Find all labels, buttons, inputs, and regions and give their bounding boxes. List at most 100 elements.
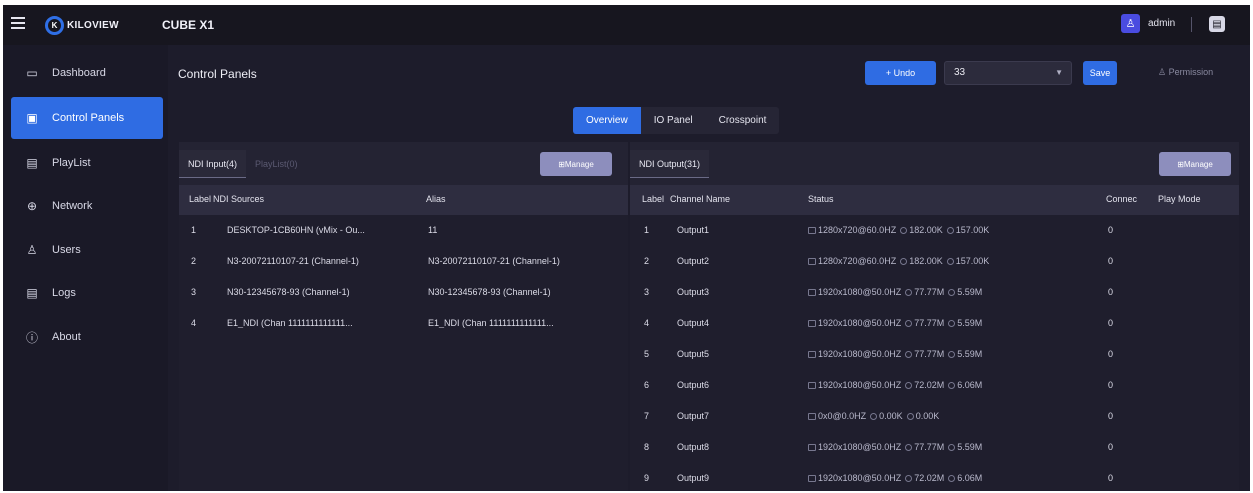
user-avatar-icon[interactable]: ♙ <box>1121 14 1140 33</box>
ndi-input-panel: NDI Input(4) PlayList(0) ⊞ Manage Label N… <box>179 142 628 491</box>
status-bitrate-b: 5.59M <box>957 349 983 359</box>
tab-crosspoint[interactable]: Crosspoint <box>706 107 780 134</box>
sidebar-item-label: Dashboard <box>52 67 106 79</box>
tab-ndi-output[interactable]: NDI Output(31) <box>630 150 710 178</box>
panel-select[interactable]: 33 ▼ <box>944 61 1072 85</box>
cell-label: 4 <box>644 318 650 328</box>
user-name[interactable]: admin <box>1148 18 1175 29</box>
cell-channel-name: Output9 <box>677 473 710 483</box>
sidebar-item-network[interactable]: ⊕ Network <box>11 185 163 227</box>
table-row[interactable]: 9 Output9 1920x1080@50.0HZ 72.02M 6.06M 0 <box>630 463 1239 491</box>
table-row[interactable]: 6 Output6 1920x1080@50.0HZ 72.02M 6.06M 0 <box>630 370 1239 401</box>
cell-status: 1920x1080@50.0HZ 72.02M 6.06M <box>808 380 1098 390</box>
status-bitrate-a: 0.00K <box>879 411 903 421</box>
cell-connections: 0 <box>1108 318 1114 328</box>
sidebar-item-label: PlayList <box>52 157 91 169</box>
undo-button[interactable]: + Undo <box>865 61 936 85</box>
table-row[interactable]: 1 Output1 1280x720@60.0HZ 182.00K 157.00K 0 <box>630 215 1239 246</box>
resolution-icon <box>808 351 816 358</box>
col-channel-name: Channel Name <box>670 194 731 204</box>
tab-playlist[interactable]: PlayList(0) <box>246 150 307 178</box>
manage-output-button[interactable]: ⊞ Manage <box>1159 152 1231 176</box>
resolution-icon <box>808 227 816 234</box>
table-row[interactable]: 4 E1_NDI (Chan 1111111111111... E1_NDI (… <box>179 308 628 339</box>
cell-channel-name: Output7 <box>677 411 710 421</box>
status-resolution: 1920x1080@50.0HZ <box>818 349 902 359</box>
table-header: Label Channel Name Status Connec Play Mo… <box>630 185 1239 215</box>
table-row[interactable]: 4 Output4 1920x1080@50.0HZ 77.77M 5.59M 0 <box>630 308 1239 339</box>
cell-connections: 0 <box>1108 473 1114 483</box>
sidebar-item-users[interactable]: ♙ Users <box>11 229 163 271</box>
status-bitrate-b: 0.00K <box>915 411 940 421</box>
notification-icon[interactable]: ▤ <box>1209 16 1225 32</box>
panel-tabs: NDI Output(31) <box>630 142 710 178</box>
tab-ndi-input[interactable]: NDI Input(4) <box>179 150 247 178</box>
cell-channel-name: Output6 <box>677 380 710 390</box>
bitrate-icon <box>905 444 913 451</box>
cell-source: E1_NDI (Chan 1111111111111... <box>227 318 353 328</box>
sidebar-item-control-panels[interactable]: ▣ Control Panels <box>11 97 163 139</box>
resolution-icon <box>808 444 816 451</box>
cell-channel-name: Output8 <box>677 442 710 452</box>
panel-tabs: NDI Input(4) PlayList(0) <box>179 142 307 178</box>
table-row[interactable]: 1 DESKTOP-1CB60HN (vMix - Ou... 11 <box>179 215 628 246</box>
bitrate-icon <box>948 320 956 327</box>
save-button[interactable]: Save <box>1083 61 1117 85</box>
sidebar-item-label: Control Panels <box>52 112 125 124</box>
table-row[interactable]: 7 Output7 0x0@0.0HZ 0.00K 0.00K 0 <box>630 401 1239 432</box>
sidebar-item-label: Network <box>52 200 93 212</box>
manage-icon: ⊞ <box>558 159 565 169</box>
status-resolution: 1280x720@60.0HZ <box>818 256 897 266</box>
table-row[interactable]: 5 Output5 1920x1080@50.0HZ 77.77M 5.59M 0 <box>630 339 1239 370</box>
status-bitrate-a: 77.77M <box>914 442 945 452</box>
cell-channel-name: Output1 <box>677 225 710 235</box>
playlist-icon: ▤ <box>26 156 38 170</box>
cell-status: 0x0@0.0HZ 0.00K 0.00K <box>808 411 1098 421</box>
bitrate-icon <box>905 289 913 296</box>
sidebar-item-logs[interactable]: ▤ Logs <box>11 272 163 314</box>
permission-label: Permission <box>1168 67 1214 77</box>
cell-channel-name: Output2 <box>677 256 710 266</box>
logo-mark-icon: K <box>45 15 64 35</box>
tab-io-panel[interactable]: IO Panel <box>641 107 706 134</box>
tab-overview[interactable]: Overview <box>573 107 641 134</box>
permission-button[interactable]: ♙ Permission <box>1158 67 1213 78</box>
users-icon: ♙ <box>26 243 38 257</box>
sidebar-item-playlist[interactable]: ▤ PlayList <box>11 142 163 184</box>
sidebar-item-dashboard[interactable]: ▭ Dashboard <box>11 52 163 94</box>
status-bitrate-a: 72.02M <box>914 380 945 390</box>
page-header: Control Panels + Undo 33 ▼ Save ♙ Permis… <box>168 45 1250 99</box>
col-alias: Alias <box>426 194 446 204</box>
bitrate-icon <box>905 320 913 327</box>
table-row[interactable]: 3 Output3 1920x1080@50.0HZ 77.77M 5.59M 0 <box>630 277 1239 308</box>
table-row[interactable]: 3 N30-12345678-93 (Channel-1) N30-123456… <box>179 277 628 308</box>
table-row[interactable]: 2 N3-20072110107-21 (Channel-1) N3-20072… <box>179 246 628 277</box>
cell-connections: 0 <box>1108 349 1114 359</box>
status-bitrate-a: 77.77M <box>914 318 945 328</box>
logo-text: KILOVIEW <box>67 19 119 31</box>
menu-icon[interactable] <box>11 17 25 29</box>
input-table-body: 1 DESKTOP-1CB60HN (vMix - Ou... 11 2 N3-… <box>179 215 628 491</box>
status-bitrate-a: 77.77M <box>914 287 945 297</box>
bitrate-icon <box>948 289 956 296</box>
bitrate-icon <box>948 351 956 358</box>
resolution-icon <box>808 475 816 482</box>
sidebar-item-label: Users <box>52 244 81 256</box>
resolution-icon <box>808 382 816 389</box>
cell-source: N3-20072110107-21 (Channel-1) <box>227 256 359 266</box>
logo: K KILOVIEW <box>45 14 119 36</box>
bitrate-icon <box>870 413 878 420</box>
status-bitrate-b: 157.00K <box>955 256 990 266</box>
page-title: Control Panels <box>178 67 257 81</box>
status-resolution: 0x0@0.0HZ <box>818 411 867 421</box>
cell-status: 1920x1080@50.0HZ 77.77M 5.59M <box>808 318 1098 328</box>
bitrate-icon <box>905 382 913 389</box>
status-resolution: 1920x1080@50.0HZ <box>818 442 902 452</box>
sidebar-item-about[interactable]: ⓘ About <box>11 316 163 358</box>
table-row[interactable]: 8 Output8 1920x1080@50.0HZ 77.77M 5.59M 0 <box>630 432 1239 463</box>
manage-input-button[interactable]: ⊞ Manage <box>540 152 612 176</box>
cell-label: 1 <box>644 225 650 235</box>
table-row[interactable]: 2 Output2 1280x720@60.0HZ 182.00K 157.00K 0 <box>630 246 1239 277</box>
col-status: Status <box>808 194 834 204</box>
bitrate-icon <box>906 413 914 420</box>
